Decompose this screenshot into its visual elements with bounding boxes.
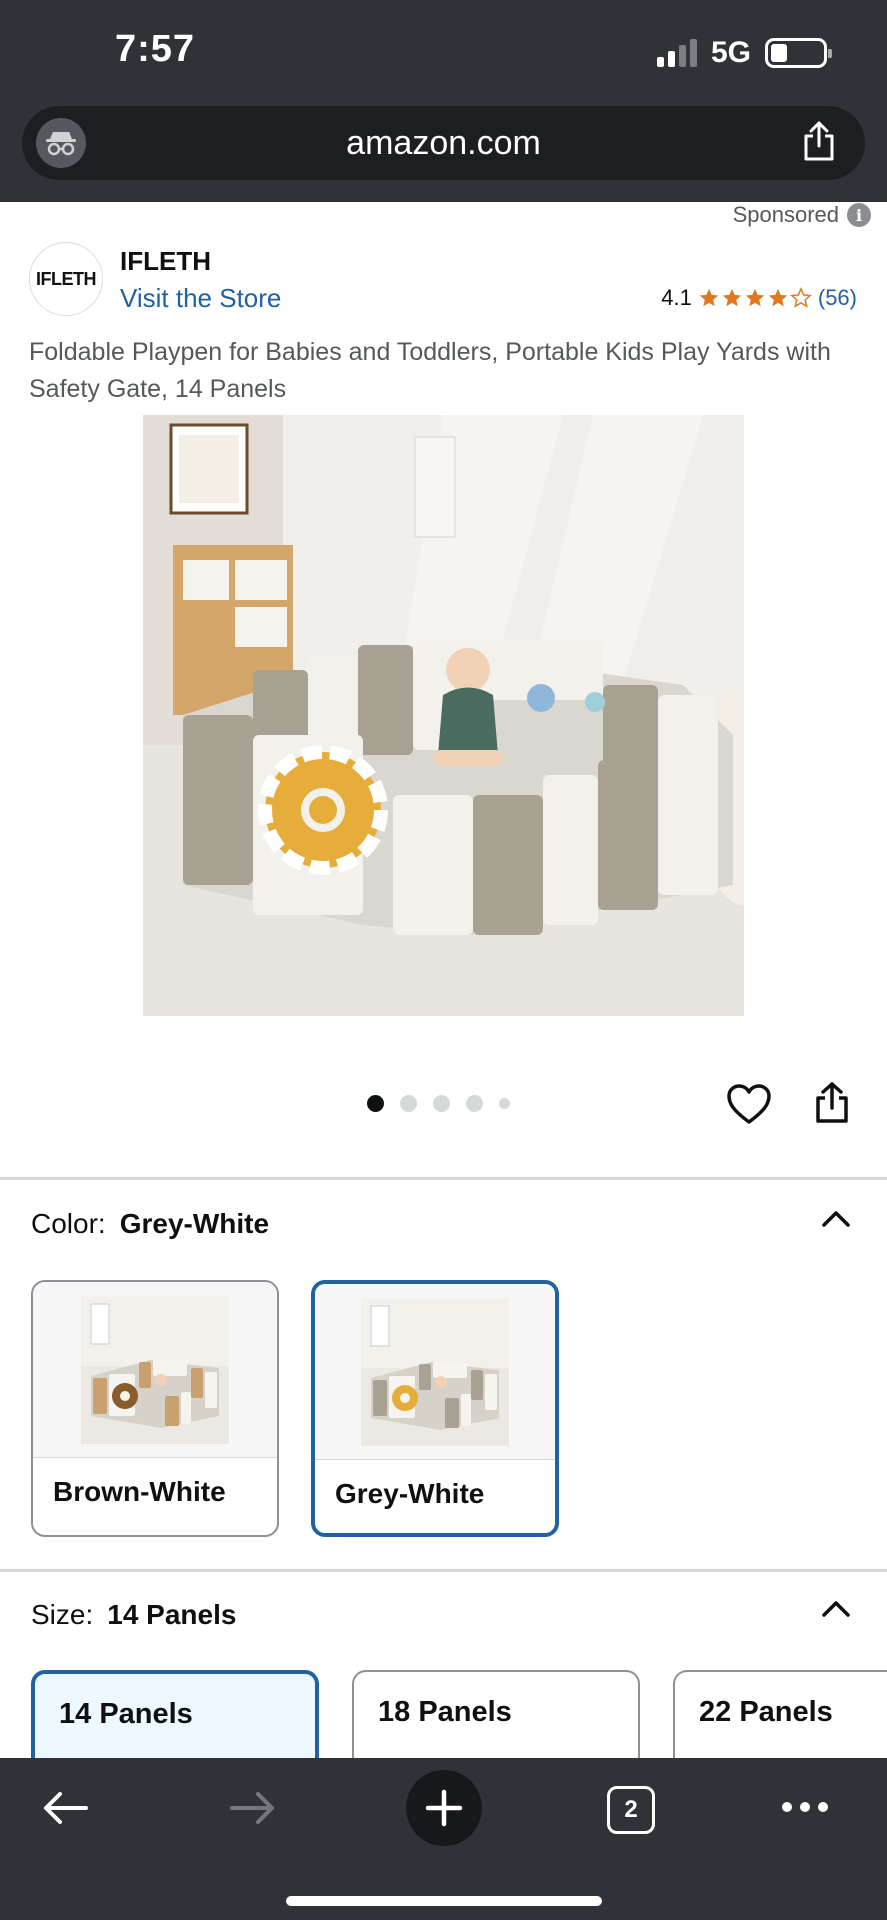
- star-icon: [768, 288, 788, 307]
- forward-arrow-icon[interactable]: [228, 1788, 278, 1833]
- browser-top-chrome: 7:57 5G amazon.com: [0, 0, 887, 202]
- color-label: Color:: [31, 1208, 106, 1239]
- section-divider: [0, 1569, 887, 1572]
- star-empty-icon: [789, 287, 812, 308]
- private-browsing-icon[interactable]: [36, 118, 86, 168]
- tabs-button[interactable]: 2: [607, 1786, 655, 1834]
- wishlist-heart-icon[interactable]: [726, 1083, 772, 1130]
- status-indicators: 5G: [656, 36, 832, 70]
- share-icon[interactable]: [801, 120, 837, 167]
- status-time: 7:57: [115, 28, 196, 70]
- pagination-dot[interactable]: [400, 1095, 417, 1112]
- color-selector-header[interactable]: Color: Grey-White: [31, 1208, 269, 1240]
- swatch-image: [315, 1284, 555, 1460]
- star-icon: [699, 288, 719, 307]
- color-option-brown-white[interactable]: Brown-White: [31, 1280, 279, 1537]
- product-image[interactable]: [143, 415, 744, 1016]
- star-icon: [722, 288, 742, 307]
- share-product-icon[interactable]: [812, 1080, 852, 1129]
- home-indicator[interactable]: [286, 1896, 602, 1906]
- info-icon[interactable]: i: [847, 203, 871, 227]
- swatch-label: Brown-White: [53, 1476, 226, 1507]
- brand-logo[interactable]: IFLETH: [29, 242, 103, 316]
- star-rating: [698, 287, 812, 309]
- address-bar[interactable]: amazon.com: [22, 106, 865, 180]
- chevron-up-icon[interactable]: [821, 1208, 851, 1228]
- new-tab-plus-icon[interactable]: [406, 1770, 482, 1846]
- size-option-label: 18 Panels: [378, 1696, 512, 1728]
- pagination-dot[interactable]: [466, 1095, 483, 1112]
- sponsored-text: Sponsored: [732, 202, 839, 227]
- url-text[interactable]: amazon.com: [22, 124, 865, 163]
- size-label: Size:: [31, 1599, 94, 1630]
- pagination-dot[interactable]: [433, 1095, 450, 1112]
- pagination-dot-active[interactable]: [367, 1095, 384, 1112]
- color-selected-value: Grey-White: [119, 1208, 270, 1239]
- star-icon: [745, 288, 765, 307]
- more-options-icon[interactable]: [780, 1800, 830, 1819]
- battery-icon: [765, 38, 832, 68]
- pagination-dot[interactable]: [499, 1098, 510, 1109]
- browser-bottom-toolbar: 2: [0, 1758, 887, 1920]
- size-selected-value: 14 Panels: [107, 1599, 237, 1630]
- network-type: 5G: [710, 36, 751, 69]
- swatch-image: [33, 1282, 277, 1458]
- size-selector-header[interactable]: Size: 14 Panels: [31, 1599, 236, 1631]
- visit-store-link[interactable]: Visit the Store: [120, 283, 281, 314]
- swatch-label: Grey-White: [335, 1478, 485, 1509]
- chevron-up-icon[interactable]: [821, 1598, 851, 1618]
- back-arrow-icon[interactable]: [40, 1788, 90, 1833]
- rating-count[interactable]: (56): [818, 285, 857, 311]
- sponsored-label[interactable]: Sponsored i: [733, 202, 871, 228]
- image-pagination[interactable]: [367, 1095, 510, 1112]
- color-option-grey-white[interactable]: Grey-White: [311, 1280, 559, 1537]
- rating-value: 4.1: [661, 285, 692, 310]
- product-title[interactable]: Foldable Playpen for Babies and Toddlers…: [29, 334, 859, 408]
- signal-icon: [656, 39, 697, 67]
- brand-name: IFLETH: [120, 246, 211, 276]
- size-option-label: 22 Panels: [699, 1696, 833, 1728]
- size-option-label: 14 Panels: [59, 1698, 193, 1730]
- section-divider: [0, 1177, 887, 1180]
- rating-summary[interactable]: 4.1 (56): [661, 285, 857, 311]
